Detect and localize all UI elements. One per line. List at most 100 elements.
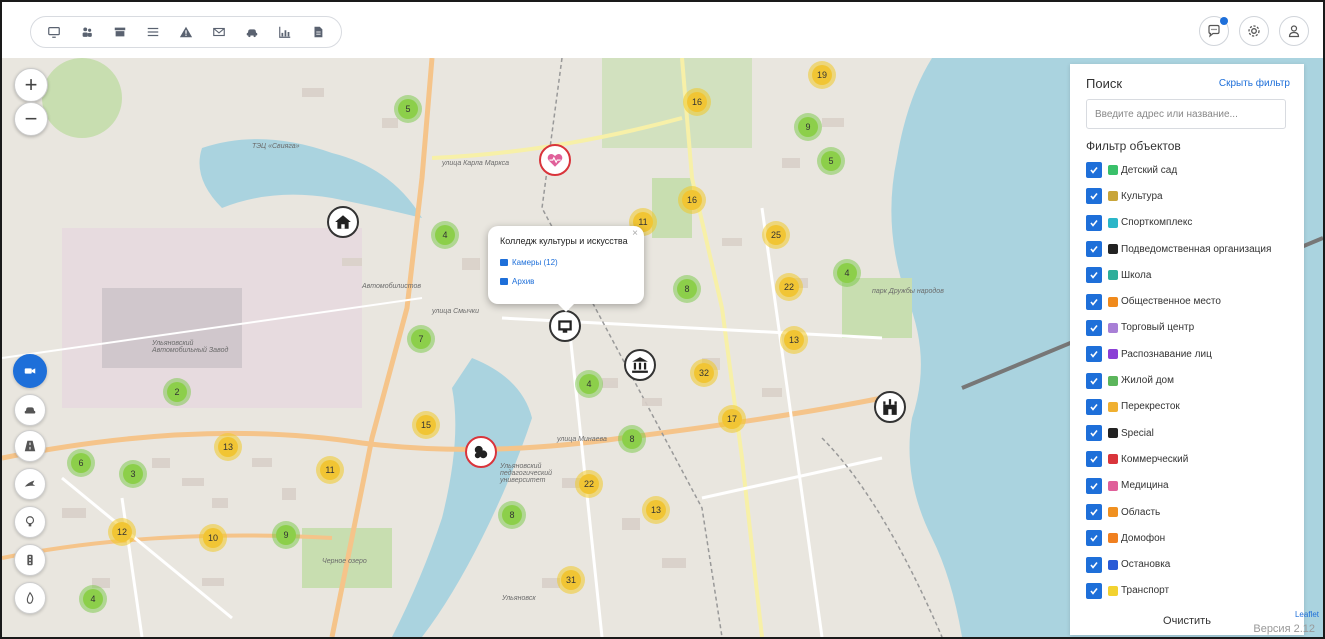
car-layer-button[interactable] (14, 394, 46, 426)
filter-checkbox[interactable] (1086, 162, 1102, 179)
cluster-marker[interactable]: 2 (163, 378, 191, 406)
cluster-marker[interactable]: 3 (119, 460, 147, 488)
filter-checkbox[interactable] (1086, 188, 1102, 205)
filter-item[interactable]: Школа (1086, 262, 1290, 288)
cluster-marker[interactable]: 13 (214, 433, 242, 461)
archive-icon[interactable] (103, 19, 136, 45)
filter-item[interactable]: Special (1086, 420, 1290, 446)
filter-checkbox[interactable] (1086, 267, 1102, 284)
cluster-marker[interactable]: 15 (412, 411, 440, 439)
popup-cameras-link[interactable]: Камеры (12) (500, 258, 632, 267)
mail-icon[interactable] (202, 19, 235, 45)
list-icon[interactable] (136, 19, 169, 45)
filter-item[interactable]: Спорткомплекс (1086, 210, 1290, 236)
filter-item[interactable]: Распознавание лиц (1086, 341, 1290, 367)
map-canvas[interactable]: Ульяновский Автомобильный Завод парк Дру… (2, 58, 1323, 637)
filter-item[interactable]: Перекресток (1086, 394, 1290, 420)
document-icon[interactable] (301, 19, 334, 45)
filter-list: Детский сад Культура Спорткомплекс Подведом… (1086, 157, 1290, 604)
popup-close-button[interactable]: × (632, 228, 638, 239)
cluster-marker[interactable]: 7 (407, 325, 435, 353)
filter-item[interactable]: Культура (1086, 183, 1290, 209)
filter-checkbox[interactable] (1086, 582, 1102, 599)
filter-item[interactable]: Жилой дом (1086, 367, 1290, 393)
cluster-marker[interactable]: 16 (678, 186, 706, 214)
drone-layer-button[interactable] (14, 468, 46, 500)
cluster-marker[interactable]: 8 (498, 501, 526, 529)
filter-item[interactable]: Остановка (1086, 551, 1290, 577)
filter-checkbox[interactable] (1086, 319, 1102, 336)
warning-icon[interactable] (169, 19, 202, 45)
zoom-in-button[interactable]: + (14, 68, 48, 102)
filter-checkbox[interactable] (1086, 293, 1102, 310)
filter-checkbox[interactable] (1086, 451, 1102, 468)
cluster-marker[interactable]: 6 (67, 449, 95, 477)
cluster-marker[interactable]: 19 (808, 61, 836, 89)
filter-checkbox[interactable] (1086, 214, 1102, 231)
user-icon[interactable] (1279, 16, 1309, 46)
cluster-marker[interactable]: 5 (394, 95, 422, 123)
filter-item[interactable]: Общественное место (1086, 288, 1290, 314)
lightbulb-layer-button[interactable] (14, 506, 46, 538)
cluster-marker[interactable]: 9 (272, 521, 300, 549)
fire-layer-button[interactable] (14, 582, 46, 614)
cluster-marker[interactable]: 16 (683, 88, 711, 116)
filter-item[interactable]: Домофон (1086, 525, 1290, 551)
filter-checkbox[interactable] (1086, 477, 1102, 494)
filter-checkbox[interactable] (1086, 556, 1102, 573)
cluster-marker[interactable]: 13 (780, 326, 808, 354)
chart-icon[interactable] (268, 19, 301, 45)
cluster-marker[interactable]: 31 (557, 566, 585, 594)
filter-item[interactable]: Медицина (1086, 473, 1290, 499)
cluster-marker[interactable]: 32 (690, 359, 718, 387)
camera-layer-button[interactable] (13, 354, 47, 388)
cluster-marker[interactable]: 4 (833, 259, 861, 287)
filter-checkbox[interactable] (1086, 504, 1102, 520)
cluster-marker[interactable]: 8 (618, 425, 646, 453)
gear-icon[interactable] (1239, 16, 1269, 46)
cluster-marker[interactable]: 4 (79, 585, 107, 613)
cluster-marker[interactable]: 13 (642, 496, 670, 524)
filter-checkbox[interactable] (1086, 241, 1102, 258)
car-icon[interactable] (235, 19, 268, 45)
traffic-light-layer-button[interactable] (14, 544, 46, 576)
filter-item[interactable]: Транспорт (1086, 578, 1290, 604)
commercial-poi-marker[interactable] (465, 436, 497, 468)
filter-checkbox[interactable] (1086, 425, 1102, 442)
residential-poi-marker[interactable] (327, 206, 359, 238)
cluster-marker[interactable]: 9 (794, 113, 822, 141)
cluster-marker[interactable]: 8 (673, 275, 701, 303)
cluster-marker[interactable]: 25 (762, 221, 790, 249)
cluster-marker[interactable]: 17 (718, 405, 746, 433)
medicine-poi-marker[interactable] (539, 144, 571, 176)
cluster-marker[interactable]: 22 (775, 273, 803, 301)
road-layer-button[interactable] (14, 430, 46, 462)
popup-archive-link[interactable]: Архив (500, 277, 632, 286)
filter-item[interactable]: Коммерческий (1086, 446, 1290, 472)
search-input[interactable] (1086, 99, 1286, 129)
people-icon[interactable] (70, 19, 103, 45)
filter-item[interactable]: Торговый центр (1086, 315, 1290, 341)
chat-icon[interactable] (1199, 16, 1229, 46)
cluster-marker[interactable]: 12 (108, 518, 136, 546)
filter-item[interactable]: Подведомственная организация (1086, 236, 1290, 262)
map-attribution[interactable]: Leaflet (1295, 610, 1319, 619)
culture-poi-marker[interactable] (624, 349, 656, 381)
hide-filter-link[interactable]: Скрыть фильтр (1219, 78, 1290, 89)
filter-checkbox[interactable] (1086, 346, 1102, 363)
filter-item[interactable]: Детский сад (1086, 157, 1290, 183)
filter-checkbox[interactable] (1086, 530, 1102, 547)
filter-item[interactable]: Область (1086, 499, 1290, 525)
special-poi-marker[interactable] (874, 391, 906, 423)
monitor-icon[interactable] (37, 19, 70, 45)
cluster-marker[interactable]: 11 (316, 456, 344, 484)
cluster-marker[interactable]: 4 (575, 370, 603, 398)
filter-checkbox[interactable] (1086, 398, 1102, 415)
subordinate-org-poi-marker[interactable] (549, 310, 581, 342)
cluster-marker[interactable]: 5 (817, 147, 845, 175)
filter-checkbox[interactable] (1086, 372, 1102, 389)
cluster-marker[interactable]: 10 (199, 524, 227, 552)
zoom-out-button[interactable]: − (14, 102, 48, 136)
cluster-marker[interactable]: 22 (575, 470, 603, 498)
cluster-marker[interactable]: 4 (431, 221, 459, 249)
